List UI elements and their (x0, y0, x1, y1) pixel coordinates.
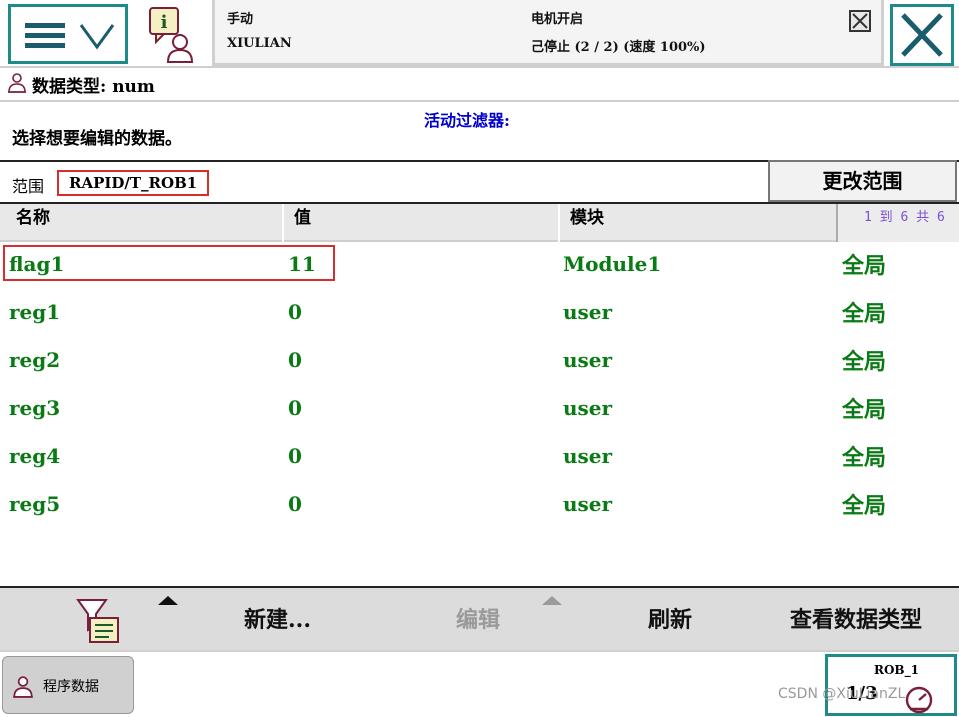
cell-scope: 全局 (842, 493, 887, 519)
divider (0, 100, 959, 102)
bottom-toolbar: 新建... 编辑 刷新 查看数据类型 (0, 586, 959, 652)
data-type-label: 数据类型: num (32, 77, 155, 97)
divider (0, 66, 959, 68)
watermark-text: CSDN @XiuLianZL (778, 686, 906, 702)
status-panel[interactable]: 手动 XIULIAN 电机开启 己停止 (2 / 2) (速度 100%) (212, 0, 884, 66)
edit-button[interactable]: 编辑 (456, 602, 500, 634)
cell-module: user (563, 444, 613, 468)
main-menu-button[interactable] (8, 4, 128, 64)
column-header-module[interactable]: 模块 (560, 204, 834, 242)
program-data-icon (13, 676, 33, 698)
cell-value: 0 (288, 444, 302, 468)
instruction-text: 选择想要编辑的数据。 (12, 129, 182, 149)
scope-bar: 范围 RAPID/T_ROB1 更改范围 (0, 160, 959, 204)
table-row[interactable]: reg4 0 user 全局 (0, 434, 959, 482)
cell-name: reg1 (9, 300, 61, 324)
cell-value: 0 (288, 396, 302, 420)
program-data-label: 程序数据 (43, 679, 99, 695)
data-list: flag1 11 Module1 全局 reg1 0 user 全局 reg2 … (0, 242, 959, 586)
cell-module: user (563, 396, 613, 420)
cell-name: reg2 (9, 348, 61, 372)
table-row[interactable]: flag1 11 Module1 全局 (0, 242, 959, 290)
run-state: 己停止 (2 / 2) (速度 100%) (531, 40, 706, 55)
cell-value: 0 (288, 348, 302, 372)
table-row[interactable]: reg5 0 user 全局 (0, 482, 959, 530)
alert-box-icon (849, 10, 871, 32)
cell-name: reg4 (9, 444, 61, 468)
cell-value: 11 (288, 252, 316, 276)
menu-arrow-up-icon (158, 596, 178, 605)
cell-name: reg5 (9, 492, 61, 516)
cell-module: user (563, 348, 613, 372)
menu-arrow-up-icon (542, 596, 562, 605)
cell-scope: 全局 (842, 397, 887, 423)
svg-text:i: i (161, 12, 168, 33)
cell-name: reg3 (9, 396, 61, 420)
cell-scope: 全局 (842, 445, 887, 471)
mode-text: 手动 (227, 12, 254, 27)
speed-gauge-icon (905, 686, 933, 714)
chevron-down-icon (79, 24, 115, 50)
cell-scope: 全局 (842, 349, 887, 375)
task-bar: 程序数据 ROB_1 1/3 (0, 652, 959, 717)
view-data-type-button[interactable]: 查看数据类型 (790, 602, 922, 634)
cell-value: 0 (288, 300, 302, 324)
pager-text: 1 到 6 共 6 (836, 204, 959, 242)
event-log-icon[interactable]: i (146, 6, 202, 64)
table-row[interactable]: reg3 0 user 全局 (0, 386, 959, 434)
table-header: 名称 值 模块 1 到 6 共 6 (0, 204, 959, 242)
table-row[interactable]: reg1 0 user 全局 (0, 290, 959, 338)
motor-status: 电机开启 (531, 12, 584, 27)
new-button[interactable]: 新建... (244, 602, 311, 634)
column-header-name[interactable]: 名称 (6, 204, 282, 242)
scope-label: 范围 (12, 177, 45, 196)
cell-scope: 全局 (842, 253, 887, 279)
refresh-button[interactable]: 刷新 (648, 602, 692, 634)
cell-module: user (563, 492, 613, 516)
close-icon (901, 13, 943, 57)
cell-scope: 全局 (842, 301, 887, 327)
rob-label: ROB_1 (874, 663, 919, 677)
cell-module: user (563, 300, 613, 324)
cell-module: Module1 (563, 252, 662, 276)
filter-icon[interactable] (76, 598, 120, 644)
scope-value: RAPID/T_ROB1 (57, 170, 210, 196)
quickset-rob-button[interactable]: ROB_1 1/3 (825, 654, 957, 716)
data-type-icon (8, 73, 26, 93)
program-data-tab[interactable]: 程序数据 (2, 656, 134, 714)
active-filter-label: 活动过滤器: (424, 111, 510, 130)
hamburger-icon (25, 23, 65, 48)
change-scope-button[interactable]: 更改范围 (768, 160, 957, 202)
column-header-value[interactable]: 值 (284, 204, 558, 242)
cell-name: flag1 (9, 252, 65, 276)
close-button[interactable] (890, 4, 954, 66)
cell-value: 0 (288, 492, 302, 516)
top-bar: i 手动 XIULIAN 电机开启 己停止 (2 / 2) (速度 100%) (0, 0, 959, 70)
table-row[interactable]: reg2 0 user 全局 (0, 338, 959, 386)
controller-name: XIULIAN (227, 36, 292, 51)
